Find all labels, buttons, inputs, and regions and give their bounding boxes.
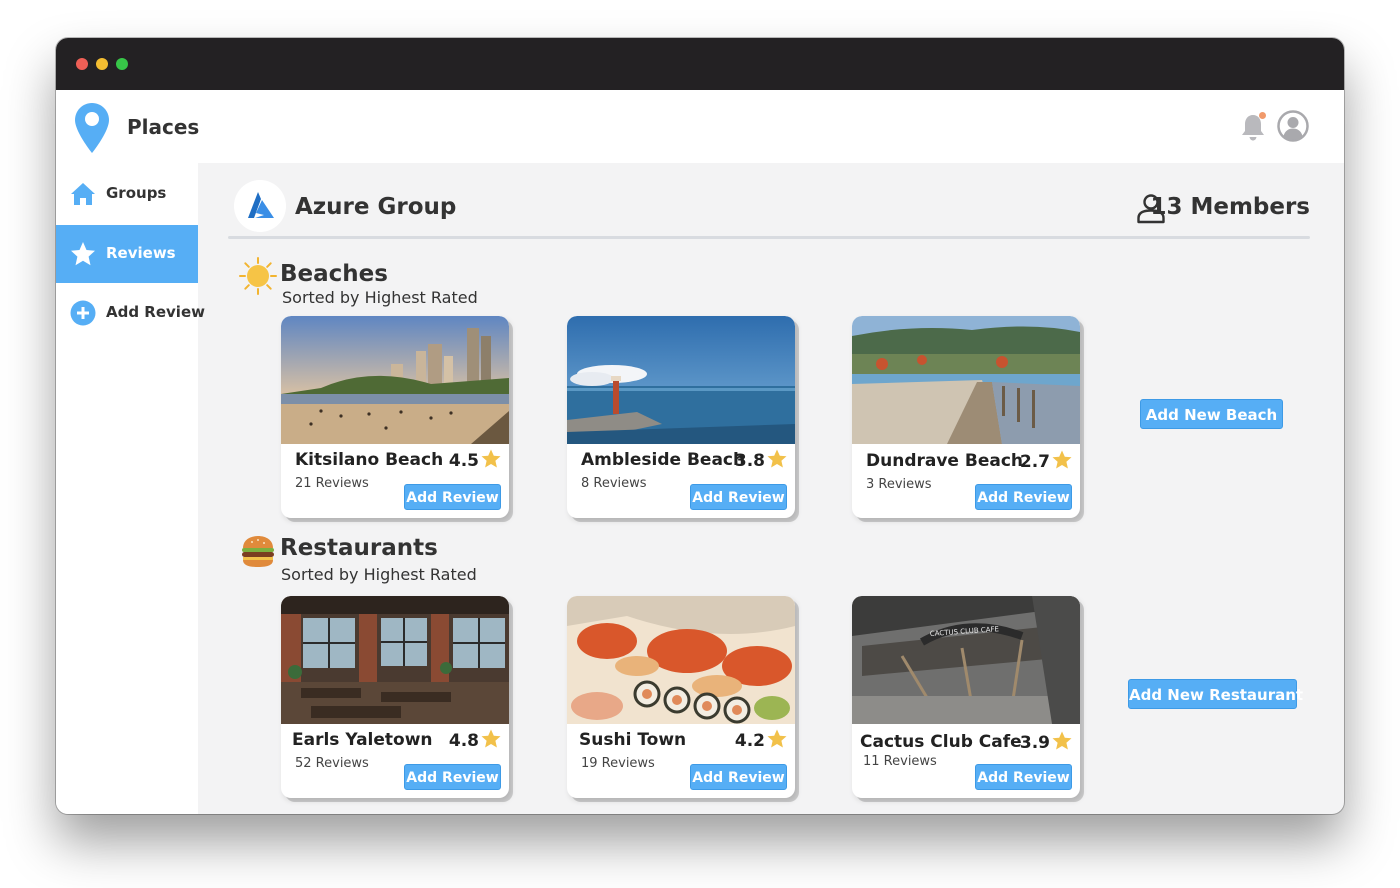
place-rating: 3.8 — [735, 449, 787, 471]
review-count: 3 Reviews — [866, 477, 932, 492]
plus-circle-icon — [70, 300, 96, 326]
place-photo — [567, 596, 795, 724]
star-icon — [1052, 731, 1072, 750]
add-review-button[interactable]: Add Review — [975, 764, 1072, 790]
place-rating: 4.5 — [449, 449, 501, 471]
place-card[interactable]: Dundrave Beach 2.7 3 Reviews Add Review — [852, 316, 1080, 518]
user-avatar-icon[interactable] — [1277, 110, 1309, 142]
place-photo: CACTUS CLUB CAFE — [852, 596, 1080, 724]
place-card[interactable]: CACTUS CLUB CAFE Cactus Club Cafe 3.9 11… — [852, 596, 1080, 798]
star-icon — [1052, 450, 1072, 469]
place-card[interactable]: Sushi Town 4.2 19 Reviews Add Review — [567, 596, 795, 798]
add-new-beach-button[interactable]: Add New Beach — [1140, 399, 1283, 429]
place-rating: 3.9 — [1020, 731, 1072, 753]
sidebar: Groups Reviews Add Review — [56, 163, 205, 814]
star-icon — [481, 449, 501, 468]
close-window-button[interactable] — [76, 58, 88, 70]
sidebar-item-groups[interactable]: Groups — [56, 165, 198, 223]
add-review-button[interactable]: Add Review — [404, 484, 501, 510]
minimize-window-button[interactable] — [96, 58, 108, 70]
header-divider — [228, 236, 1310, 239]
home-icon — [71, 183, 95, 205]
add-new-restaurant-button[interactable]: Add New Restaurant — [1128, 679, 1303, 709]
place-name: Sushi Town — [579, 730, 687, 750]
maximize-window-button[interactable] — [116, 58, 128, 70]
section-title: Beaches — [280, 261, 388, 287]
add-review-button[interactable]: Add Review — [690, 484, 787, 510]
star-icon — [767, 449, 787, 468]
place-rating: 4.8 — [449, 729, 501, 751]
sidebar-item-add-review[interactable]: Add Review — [56, 284, 205, 342]
place-rating: 2.7 — [1020, 450, 1072, 472]
place-name: Earls Yaletown — [292, 730, 433, 750]
app-header: Places — [56, 90, 1344, 163]
place-photo — [852, 316, 1080, 444]
star-icon — [481, 729, 501, 748]
review-count: 8 Reviews — [581, 476, 647, 491]
review-count: 11 Reviews — [863, 754, 937, 769]
star-icon — [71, 242, 95, 266]
add-review-button[interactable]: Add Review — [690, 764, 787, 790]
section-title: Restaurants — [280, 535, 438, 561]
place-rating: 4.2 — [735, 729, 787, 751]
notification-badge — [1259, 112, 1266, 119]
place-name: Kitsilano Beach — [295, 450, 444, 470]
members-label: 13 Members — [1150, 194, 1310, 220]
window-titlebar — [56, 38, 1344, 90]
review-count: 52 Reviews — [295, 756, 369, 771]
place-photo — [281, 596, 509, 724]
place-name: Dundrave Beach — [866, 451, 1024, 471]
browser-window: Places Groups Reviews Add Review Azure G… — [56, 38, 1344, 814]
app-title: Places — [127, 115, 200, 139]
members-count[interactable]: 13 Members — [1130, 190, 1310, 224]
place-card[interactable]: Earls Yaletown 4.8 52 Reviews Add Review — [281, 596, 509, 798]
group-name: Azure Group — [295, 194, 457, 220]
add-review-button[interactable]: Add Review — [404, 764, 501, 790]
review-count: 19 Reviews — [581, 756, 655, 771]
sidebar-item-reviews[interactable]: Reviews — [56, 225, 198, 283]
sidebar-item-label: Reviews — [106, 244, 176, 262]
star-icon — [767, 729, 787, 748]
place-name: Ambleside Beach — [581, 450, 746, 470]
place-card[interactable]: Kitsilano Beach 4.5 21 Reviews Add Revie… — [281, 316, 509, 518]
place-photo — [281, 316, 509, 444]
add-review-button[interactable]: Add Review — [975, 484, 1072, 510]
sun-icon — [239, 257, 277, 295]
place-name: Cactus Club Cafe — [860, 732, 1022, 752]
sidebar-item-label: Add Review — [106, 303, 205, 321]
sidebar-item-label: Groups — [106, 184, 167, 202]
review-count: 21 Reviews — [295, 476, 369, 491]
section-subtitle: Sorted by Highest Rated — [282, 288, 478, 307]
burger-icon — [242, 536, 274, 567]
section-subtitle: Sorted by Highest Rated — [281, 565, 477, 584]
map-pin-icon[interactable] — [74, 102, 110, 154]
place-photo — [567, 316, 795, 444]
place-card[interactable]: Ambleside Beach 3.8 8 Reviews Add Review — [567, 316, 795, 518]
group-header: Azure Group 13 Members — [234, 180, 1310, 240]
azure-logo — [234, 180, 286, 232]
